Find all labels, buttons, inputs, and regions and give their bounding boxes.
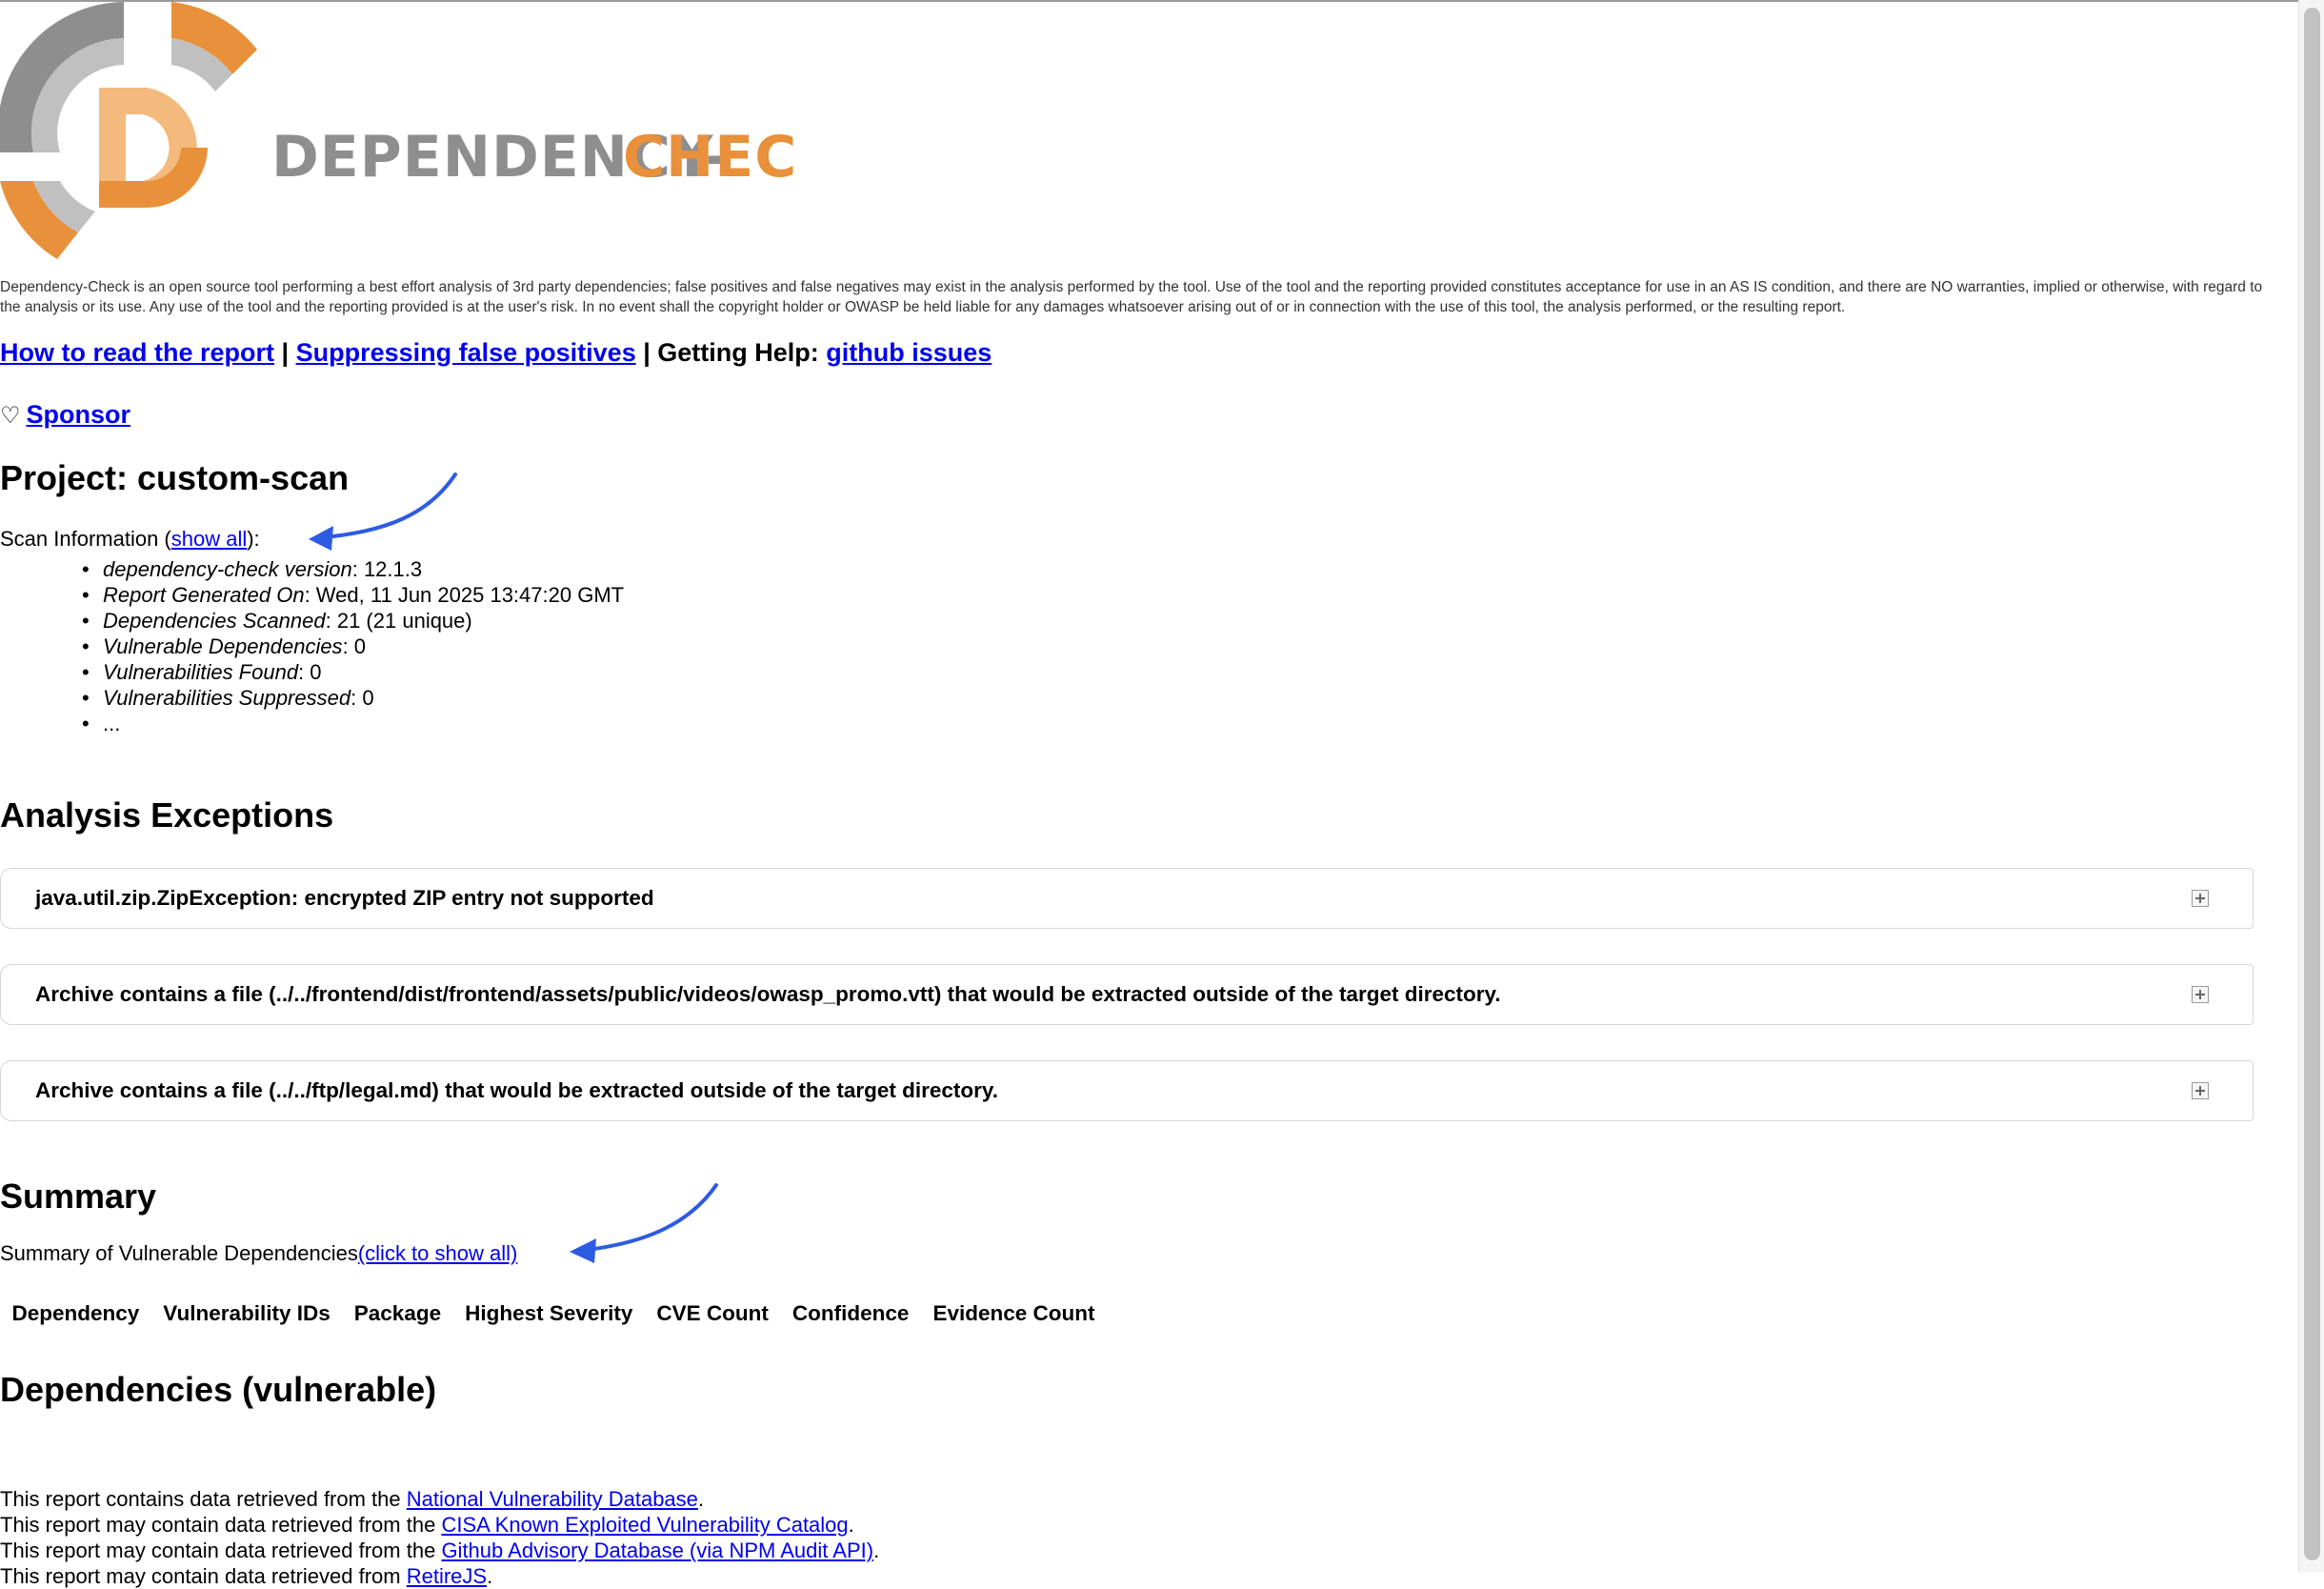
column-header-dependency[interactable]: Dependency bbox=[0, 1297, 151, 1330]
scan-info-key: dependency-check version bbox=[103, 557, 352, 581]
summary-table: Dependency Vulnerability IDs Package Hig… bbox=[0, 1297, 1107, 1330]
sponsor-link[interactable]: Sponsor bbox=[27, 400, 131, 429]
column-header-confidence[interactable]: Confidence bbox=[780, 1297, 921, 1330]
scan-info-label: Scan Information (show all): bbox=[0, 527, 260, 552]
retirejs-link[interactable]: RetireJS bbox=[407, 1564, 487, 1588]
click-to-show-all-link[interactable]: (click to show all) bbox=[358, 1241, 517, 1265]
exception-panel[interactable]: java.util.zip.ZipException: encrypted ZI… bbox=[0, 868, 2254, 929]
scan-info-key: Vulnerable Dependencies bbox=[103, 634, 343, 658]
scan-info-list: dependency-check version: 12.1.3 Report … bbox=[82, 556, 625, 736]
cisa-kev-link[interactable]: CISA Known Exploited Vulnerability Catal… bbox=[441, 1513, 848, 1537]
sponsor-row: ♡ Sponsor bbox=[0, 400, 130, 430]
data-source-line: This report may contain data retrieved f… bbox=[0, 1563, 879, 1589]
expand-plus-icon[interactable] bbox=[2192, 890, 2209, 907]
scan-info-key: Dependencies Scanned bbox=[103, 609, 326, 633]
getting-help-label: | Getting Help: bbox=[635, 338, 827, 367]
analysis-exceptions-title: Analysis Exceptions bbox=[0, 795, 334, 835]
heart-icon: ♡ bbox=[0, 403, 21, 429]
data-source-line: This report may contain data retrieved f… bbox=[0, 1512, 879, 1538]
github-advisory-link[interactable]: Github Advisory Database (via NPM Audit … bbox=[441, 1539, 873, 1562]
disclaimer-text: Dependency-Check is an open source tool … bbox=[0, 279, 2263, 315]
exception-message: java.util.zip.ZipException: encrypted ZI… bbox=[35, 886, 654, 910]
scan-info-value: : 21 (21 unique) bbox=[325, 609, 472, 633]
summary-text: Summary of Vulnerable Dependencies bbox=[0, 1241, 358, 1265]
source-prefix: This report may contain data retrieved f… bbox=[0, 1513, 442, 1537]
scan-info-value: : Wed, 11 Jun 2025 13:47:20 GMT bbox=[304, 583, 625, 607]
scan-info-prefix: Scan Information ( bbox=[0, 527, 171, 551]
scan-info-value: ... bbox=[103, 712, 121, 735]
list-item: Vulnerabilities Found: 0 bbox=[82, 659, 624, 685]
source-suffix: . bbox=[487, 1564, 493, 1588]
scan-info-value: : 12.1.3 bbox=[351, 557, 423, 581]
nvd-link[interactable]: National Vulnerability Database bbox=[407, 1487, 698, 1511]
list-item: dependency-check version: 12.1.3 bbox=[82, 556, 624, 582]
scan-info-value: : 0 bbox=[298, 660, 322, 684]
help-links-bar: How to read the report | Suppressing fal… bbox=[0, 338, 992, 368]
suppressing-false-positives-link[interactable]: Suppressing false positives bbox=[296, 338, 636, 367]
summary-table-header-row: Dependency Vulnerability IDs Package Hig… bbox=[0, 1297, 1107, 1330]
summary-title: Summary bbox=[0, 1177, 157, 1216]
list-item: Report Generated On: Wed, 11 Jun 2025 13… bbox=[82, 582, 625, 608]
exception-panel[interactable]: Archive contains a file (../../ftp/legal… bbox=[0, 1060, 2254, 1121]
column-header-vulnerability-ids[interactable]: Vulnerability IDs bbox=[151, 1297, 342, 1330]
scan-info-key: Vulnerabilities Suppressed bbox=[103, 686, 351, 710]
column-header-highest-severity[interactable]: Highest Severity bbox=[453, 1297, 645, 1330]
data-source-line: This report contains data retrieved from… bbox=[0, 1486, 879, 1512]
scan-info-value: : 0 bbox=[342, 634, 367, 658]
dependencies-vulnerable-title: Dependencies (vulnerable) bbox=[0, 1370, 437, 1409]
exception-message: Archive contains a file (../../frontend/… bbox=[35, 982, 1501, 1006]
separator: | bbox=[274, 338, 296, 367]
vertical-scrollbar[interactable] bbox=[2298, 0, 2324, 1573]
source-prefix: This report may contain data retrieved f… bbox=[0, 1564, 407, 1588]
scrollbar-thumb[interactable] bbox=[2304, 8, 2320, 1560]
annotation-arrow-icon bbox=[570, 1183, 718, 1263]
source-suffix: . bbox=[873, 1539, 880, 1562]
logo-word-check: CHECK bbox=[623, 124, 800, 191]
column-header-cve-count[interactable]: CVE Count bbox=[645, 1297, 781, 1330]
exception-message: Archive contains a file (../../ftp/legal… bbox=[35, 1078, 998, 1102]
expand-plus-icon[interactable] bbox=[2192, 986, 2209, 1003]
column-header-package[interactable]: Package bbox=[342, 1297, 452, 1330]
dependency-check-logo: DEPENDENCY- CHECK bbox=[0, 2, 800, 259]
list-item: Vulnerable Dependencies: 0 bbox=[82, 634, 624, 659]
list-item: Dependencies Scanned: 21 (21 unique) bbox=[82, 608, 624, 634]
scan-info-value: : 0 bbox=[351, 686, 374, 710]
column-header-evidence-count[interactable]: Evidence Count bbox=[921, 1297, 1107, 1330]
source-prefix: This report may contain data retrieved f… bbox=[0, 1539, 442, 1562]
data-sources: This report contains data retrieved from… bbox=[0, 1486, 879, 1589]
show-all-scan-info-link[interactable]: show all bbox=[171, 527, 247, 551]
source-suffix: . bbox=[848, 1513, 854, 1537]
github-issues-link[interactable]: github issues bbox=[826, 338, 992, 367]
scan-info-suffix: ): bbox=[247, 527, 260, 551]
scan-info-key: Report Generated On bbox=[103, 583, 305, 607]
scan-info-key: Vulnerabilities Found bbox=[103, 660, 299, 684]
annotation-arrow-icon bbox=[309, 473, 457, 551]
summary-description: Summary of Vulnerable Dependencies(click… bbox=[0, 1241, 517, 1266]
list-item: ... bbox=[82, 711, 624, 736]
source-prefix: This report contains data retrieved from… bbox=[0, 1487, 407, 1511]
exception-panel[interactable]: Archive contains a file (../../frontend/… bbox=[0, 964, 2254, 1025]
list-item: Vulnerabilities Suppressed: 0 bbox=[82, 685, 624, 711]
data-source-line: This report may contain data retrieved f… bbox=[0, 1538, 879, 1563]
source-suffix: . bbox=[697, 1487, 705, 1511]
expand-plus-icon[interactable] bbox=[2192, 1082, 2209, 1099]
how-to-read-report-link[interactable]: How to read the report bbox=[0, 338, 274, 367]
